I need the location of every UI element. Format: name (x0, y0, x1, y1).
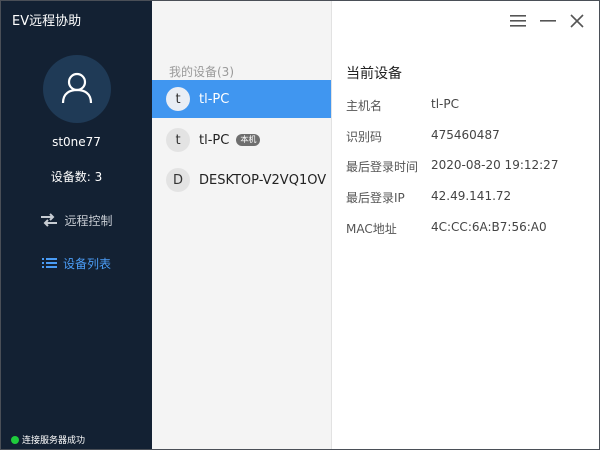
app-window: EV远程协助 st0ne77 设备数: 3 远程控制 设备列表 连接服务器成功 … (0, 0, 600, 450)
info-key: MAC地址 (346, 222, 397, 236)
list-icon (41, 257, 57, 269)
device-list-panel: 我的设备(3) t tl-PC t tl-PC 本机 D DESKTOP-V2V… (152, 1, 332, 449)
nav-remote-control[interactable]: 远程控制 (1, 207, 152, 233)
device-row[interactable]: t tl-PC 本机 (152, 121, 331, 159)
device-row[interactable]: D DESKTOP-V2VQ1OV (152, 161, 331, 199)
app-title: EV远程协助 (12, 14, 82, 29)
detail-title: 当前设备 (346, 66, 402, 82)
nav-remote-control-label: 远程控制 (64, 213, 113, 228)
local-device-badge: 本机 (236, 134, 261, 146)
nav-device-list-label: 设备列表 (62, 256, 111, 271)
minimize-icon[interactable] (539, 12, 557, 30)
user-icon (61, 72, 93, 104)
status-text: 连接服务器成功 (22, 436, 86, 446)
device-group-header[interactable]: 我的设备(3) (169, 63, 234, 80)
menu-icon[interactable] (509, 12, 527, 30)
avatar[interactable] (43, 55, 111, 123)
info-key: 主机名 (346, 99, 383, 113)
device-avatar: t (166, 128, 190, 152)
info-key: 识别码 (346, 130, 383, 144)
info-value: 42.49.141.72 (431, 189, 512, 203)
info-value: tl-PC (431, 97, 459, 111)
info-value: 4C:CC:6A:B7:56:A0 (431, 220, 547, 234)
device-detail-panel: 当前设备 主机名 tl-PC 识别码 475460487 最后登录时间 2020… (332, 1, 599, 449)
info-value: 2020-08-20 19:12:27 (431, 158, 559, 172)
username: st0ne77 (52, 135, 101, 149)
device-avatar: D (166, 168, 190, 192)
info-key: 最后登录IP (346, 191, 405, 205)
info-value: 475460487 (431, 128, 500, 142)
close-icon[interactable] (568, 12, 586, 30)
nav-device-list[interactable]: 设备列表 (1, 250, 152, 276)
device-avatar: t (166, 87, 190, 111)
device-name: tl-PC (199, 91, 230, 107)
swap-arrows-icon (40, 213, 58, 227)
device-name: tl-PC (199, 132, 230, 148)
info-key: 最后登录时间 (346, 160, 419, 174)
status-dot-icon (11, 435, 19, 444)
device-count: 设备数: 3 (50, 170, 103, 184)
device-name: DESKTOP-V2VQ1OV (199, 172, 327, 188)
connection-status: 连接服务器成功 (11, 433, 85, 446)
sidebar: EV远程协助 st0ne77 设备数: 3 远程控制 设备列表 连接服务器成功 (1, 1, 152, 449)
device-row[interactable]: t tl-PC (152, 80, 331, 118)
